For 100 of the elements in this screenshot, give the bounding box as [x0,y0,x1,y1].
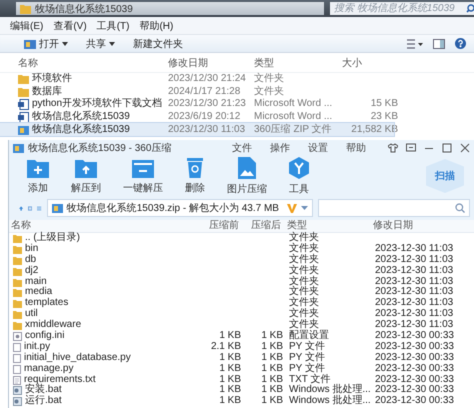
date-cell-text: 2023-12-30 00:33 [375,352,455,364]
date-cell-text: 2023/12/30 21:23 [168,98,247,110]
type-cell-text: Microsoft Word ... [253,98,334,110]
breadcrumb[interactable]: 牧场信息化系统15039 [35,2,133,16]
column-header[interactable]: 类型 [250,56,342,70]
type-cell-text: 文件夹 [288,266,320,276]
toolbar-button[interactable]: 添加 [27,158,49,194]
menu-item[interactable]: 设置 [308,141,328,155]
size-cell-text: 2.1 KB [210,342,241,353]
menu-item[interactable]: 编辑(E) [10,18,44,32]
size-cell-text: 1 KB [218,331,241,342]
settings-file-icon [13,332,22,341]
file-name: .. (上级目录) [25,233,80,244]
column-header[interactable]: 压缩前 [199,220,239,232]
size-cell-text: 1 KB [260,342,283,353]
gear-file-icon [13,397,22,406]
type-cell-text: 文件夹 [288,254,320,265]
toolbar-button[interactable]: 打开 [22,36,70,50]
file-row[interactable]: 数据库 2024/1/17 21:28 文件夹 [0,86,394,98]
file-name: 数据库 [32,86,62,98]
maximize-icon[interactable] [442,143,452,153]
type-cell-text: 文件夹 [253,86,285,98]
type-cell-text: 文件夹 [288,298,320,308]
view-options-icon[interactable] [407,38,423,48]
size-cell-text: 1 KB [218,396,241,408]
close-icon[interactable] [460,143,470,153]
document-icon [18,112,29,123]
search-icon [466,4,474,13]
file-name: bin [25,244,38,254]
toolbar-button[interactable]: 一键解压 [123,158,163,194]
date-cell-text: 2023-12-30 00:33 [375,342,455,353]
date-cell-text: 2023-12-30 11:03 [375,287,454,298]
size-cell-text: 1 KB [218,352,241,364]
toolbar-button[interactable]: 删除 [185,158,205,194]
archive-icon [52,203,63,213]
menu-item[interactable]: 帮助 [346,141,366,155]
menu-item[interactable]: 工具(T) [96,18,130,32]
toolbar-button[interactable]: 共享 [84,36,117,50]
text-file-icon [13,376,21,385]
column-header[interactable]: 压缩后 [239,220,281,232]
trash-icon [187,158,203,178]
folder-icon [20,4,31,14]
type-cell-text: TXT 文件 [288,374,332,385]
date-cell-text: 2023/6/19 20:12 [168,111,242,124]
column-header[interactable]: 大小 [342,56,398,70]
file-name: requirements.txt [24,374,96,385]
image-icon [238,156,256,178]
add-folder-icon [27,158,49,178]
date-cell-text: 2023-12-30 00:33 [375,396,455,408]
address-bar[interactable]: 牧场信息化系统15039 [16,2,324,15]
archive-icon [18,124,29,135]
path-field[interactable]: 牧场信息化系统15039.zip - 解包大小为 43.7 MB [46,199,313,217]
date-cell-text: 2023-12-30 11:03 [375,298,454,309]
size-cell-text: 1 KB [260,374,283,385]
file-name: init.py [24,342,50,352]
thumbnail-view-icon[interactable] [28,204,32,212]
type-cell-text: 文件夹 [288,233,320,243]
column-header[interactable]: 修改日期 [373,220,459,232]
type-cell-text: 文件夹 [288,244,320,254]
toolbar-button[interactable]: 解压到 [71,158,101,194]
menu-item[interactable]: 操作 [270,141,290,155]
date-cell-text: 2023-12-30 11:03 [375,276,454,287]
file-name: dj2 [25,266,38,276]
file-name: 安装.bat [25,385,62,396]
file-name: templates [25,298,68,308]
column-header[interactable]: 类型 [281,220,373,232]
date-cell-text: 2023-12-30 11:03 [375,244,454,255]
type-cell-text: Windows 批处理... [288,396,372,408]
file-name: 运行.bat [25,396,62,408]
file-name: manage.py [24,364,74,374]
preview-pane-icon[interactable] [433,38,445,48]
type-cell-text: PY 文件 [288,364,326,374]
date-cell-text: 2023-12-30 00:33 [375,331,455,342]
caret-icon [62,42,68,46]
dropdown-caret-icon[interactable] [300,206,308,210]
menu-item[interactable]: 帮助(H) [139,18,174,32]
column-header[interactable]: 名称 [0,56,168,70]
folder-icon [18,86,29,97]
toolbar-button[interactable]: 图片压缩 [227,156,267,196]
type-cell-text: 文件夹 [253,73,285,86]
column-header[interactable]: 名称 [9,220,199,232]
date-cell-text: 2023-12-30 00:33 [375,374,455,385]
date-cell-text: 2023-12-30 11:03 [375,320,454,331]
up-arrow-icon[interactable] [19,204,24,212]
search-icon [454,203,465,213]
column-header[interactable]: 修改日期 [168,56,250,70]
type-cell-text: PY 文件 [288,352,326,363]
file-row[interactable]: 环境软件 2023/12/30 21:24 文件夹 [0,73,394,86]
type-cell-text: 配置设置 [288,331,330,342]
menu-item[interactable]: 文件 [232,141,252,155]
size-cell-text: 1 KB [260,364,283,375]
message-icon[interactable] [406,143,416,153]
menu-item[interactable]: 查看(V) [53,18,87,32]
help-icon[interactable] [455,38,466,49]
file-name: 牧场信息化系统15039 [32,111,130,124]
toolbar-button[interactable]: 新建文件夹 [131,36,185,50]
search-field[interactable] [318,199,470,217]
toolbar-button[interactable]: 工具 [289,156,309,196]
file-name: media [25,287,52,298]
shirt-icon[interactable] [388,143,398,153]
